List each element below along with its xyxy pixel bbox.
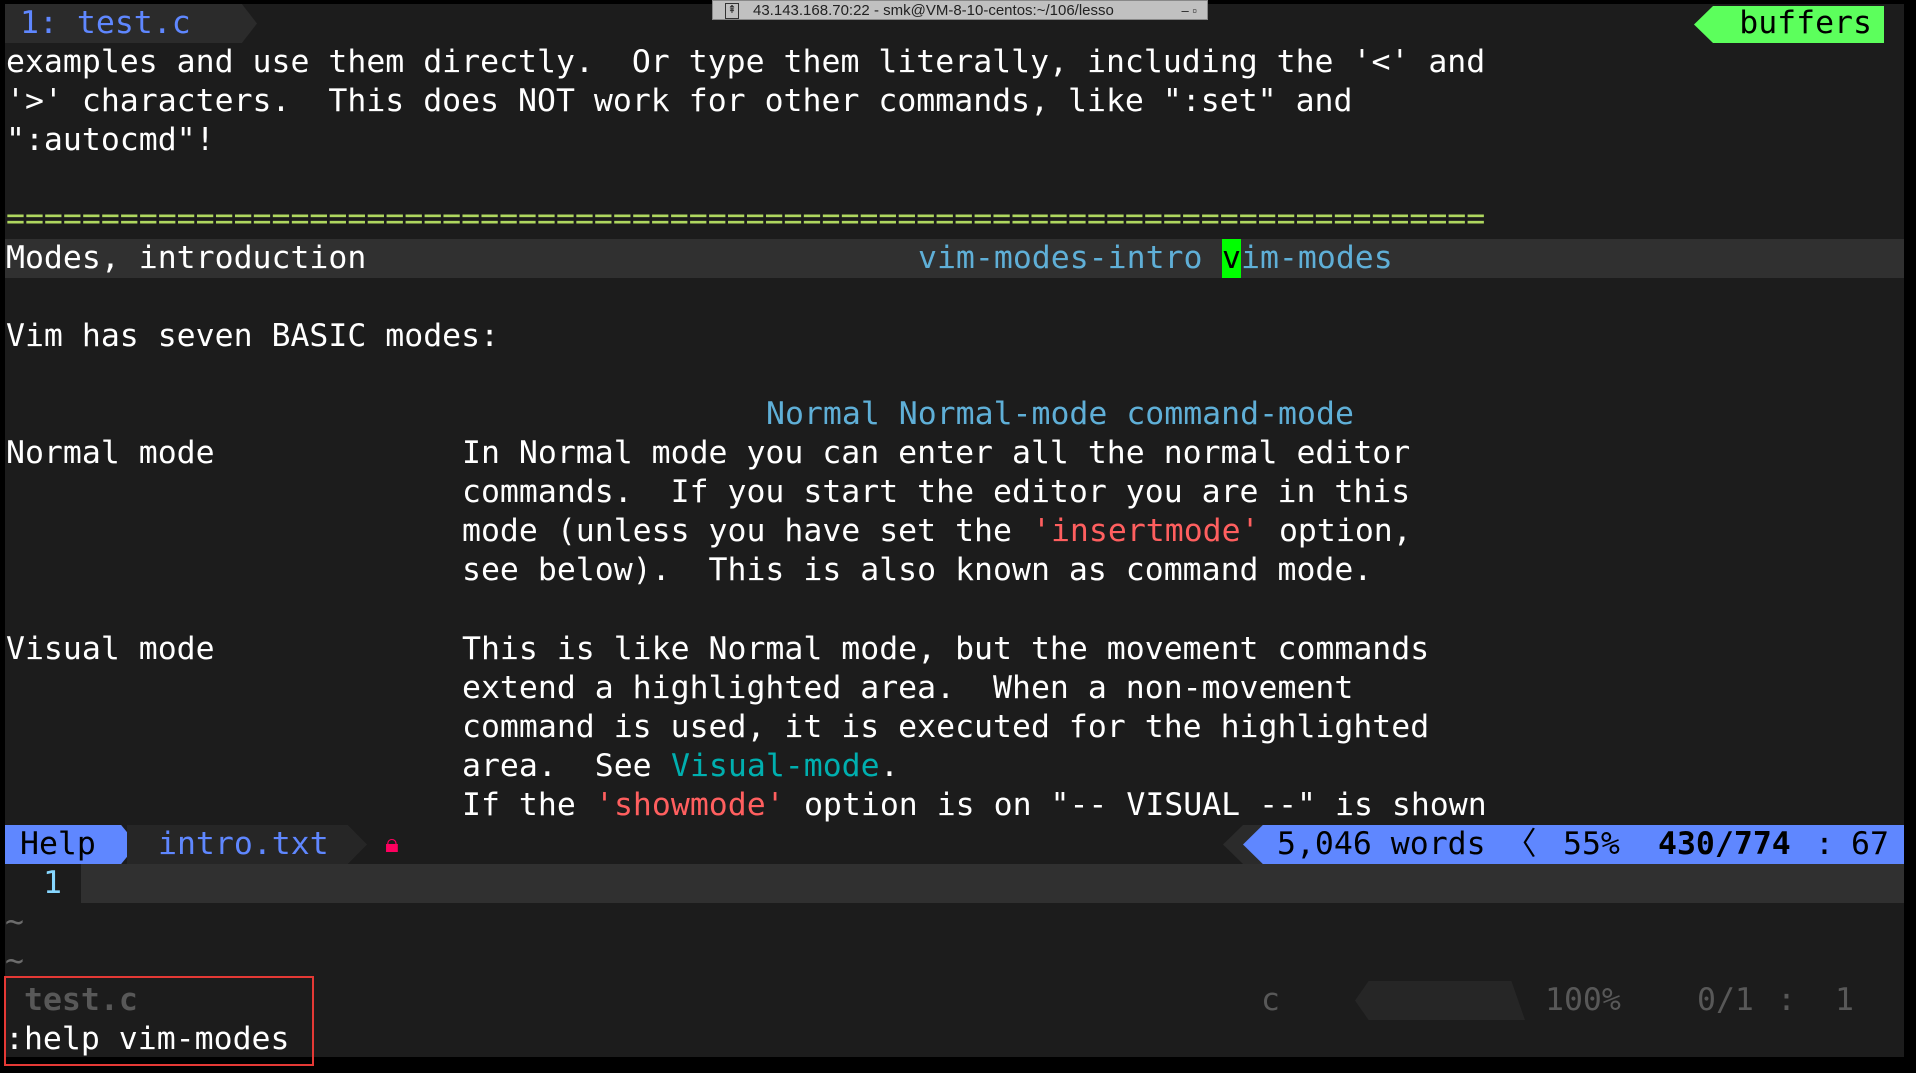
window-title: 43.143.168.70:22 - smk@VM-8-10-centos:~/…: [753, 2, 1114, 19]
tab-label[interactable]: 1: test.c: [20, 4, 191, 43]
text: command is used, it is executed for the …: [462, 708, 1430, 745]
text-line: area. See Visual-mode.: [5, 747, 1904, 786]
colon: :: [1777, 982, 1796, 1018]
lock-icon: 🔒︎: [385, 829, 399, 859]
line-number: 1: [43, 865, 62, 901]
tilde-line: ~: [5, 942, 1904, 981]
tilde: ~: [5, 943, 24, 979]
option-name[interactable]: 'showmode': [595, 786, 785, 825]
tilde-line: ~: [5, 903, 1904, 942]
option-name[interactable]: 'insertmode': [1032, 512, 1260, 551]
cursor: v: [1222, 238, 1241, 278]
text: commands. If you start the editor you ar…: [462, 474, 1411, 511]
text: extend a highlighted area. When a non-mo…: [462, 669, 1354, 706]
text-line: [5, 356, 1904, 395]
help-link[interactable]: Visual-mode: [671, 747, 880, 786]
text-line: Normal Normal-mode command-mode: [5, 395, 1904, 434]
text: see below). This is also known as comman…: [462, 552, 1373, 589]
ssh-window-titlebar[interactable]: ⇞ 43.143.168.70:22 - smk@VM-8-10-centos:…: [712, 0, 1208, 20]
inactive-percent: 100%: [1545, 982, 1621, 1018]
text-line: Vim has seven BASIC modes:: [5, 317, 1904, 356]
window-controls[interactable]: – ▫: [1182, 1, 1197, 21]
text-line: commands. If you start the editor you ar…: [5, 473, 1904, 512]
text: option,: [1260, 513, 1412, 550]
inactive-column: 1: [1835, 982, 1854, 1018]
text: Visual mode: [6, 630, 215, 667]
percent: 55%: [1563, 826, 1620, 862]
text-line: extend a highlighted area. When a non-mo…: [5, 669, 1904, 708]
tilde: ~: [5, 904, 24, 940]
help-tag[interactable]: Normal Normal-mode command-mode: [766, 395, 1354, 434]
text-line: [5, 591, 1904, 630]
text: Vim has seven BASIC modes:: [6, 317, 500, 354]
text: ========================================…: [6, 200, 1486, 237]
text: Modes, introduction: [6, 239, 367, 276]
help-statusline: Help intro.txt 🔒︎ 5,046 words 〈 55% 430/…: [5, 825, 1904, 864]
colon: :: [1815, 826, 1834, 862]
text: .: [880, 747, 899, 784]
text-line: [5, 278, 1904, 317]
filename-label: intro.txt: [158, 826, 329, 862]
text-line: Visual mode This is like Normal mode, but…: [5, 630, 1904, 669]
text-line: examples and use them directly. Or type …: [5, 43, 1904, 82]
vim-terminal[interactable]: 1: test.c buffers examples and use them …: [5, 4, 1904, 1057]
text: In Normal mode you can enter all the nor…: [462, 435, 1411, 472]
column: 67: [1851, 826, 1889, 862]
text-line: Normal mode In Normal mode you can enter …: [5, 434, 1904, 473]
command-text[interactable]: :help vim-modes: [5, 1020, 289, 1057]
text: Normal mode: [6, 435, 215, 472]
text: This is like Normal mode, but the moveme…: [462, 630, 1430, 667]
text: examples and use them directly. Or type …: [6, 44, 1486, 81]
text-line: ========================================…: [5, 200, 1904, 239]
buffers-label: buffers: [1739, 5, 1872, 41]
text: '>' characters. This does NOT work for o…: [6, 83, 1353, 120]
cmdwin-line[interactable]: 1: [5, 864, 1904, 903]
text-line: ":autocmd"!: [5, 121, 1904, 160]
help-tag[interactable]: vim-modes-intro: [918, 239, 1202, 278]
text-line: see below). This is also known as comman…: [5, 551, 1904, 590]
text: option is on "-- VISUAL --" is shown: [785, 787, 1487, 823]
pin-icon[interactable]: ⇞: [725, 3, 739, 19]
text-line: command is used, it is executed for the …: [5, 708, 1904, 747]
mode-label: Help: [20, 826, 96, 862]
inactive-filename: test.c: [24, 982, 138, 1018]
filetype: c: [1261, 982, 1280, 1018]
separator-chevron: 〈: [1505, 826, 1537, 862]
inactive-position: 0/1: [1697, 982, 1754, 1018]
text-line: [5, 160, 1904, 199]
command-line[interactable]: :help vim-modes: [5, 1020, 1904, 1057]
line-position: 430/774: [1658, 826, 1791, 862]
text: area. See: [462, 747, 671, 784]
text-line: If the 'showmode' option is on "-- VISUA…: [5, 786, 1904, 825]
text: If the: [462, 787, 595, 823]
text-line: '>' characters. This does NOT work for o…: [5, 82, 1904, 121]
text: ":autocmd"!: [6, 122, 215, 159]
word-count: 5,046 words: [1277, 826, 1486, 862]
help-tag[interactable]: im-modes: [1241, 239, 1393, 278]
inactive-statusline: test.c c 100% 0/1 : 1: [5, 981, 1904, 1020]
section-heading: Modes, introduction vim-modes-intro v im-mo…: [5, 238, 1904, 278]
text-line: mode (unless you have set the 'insertmod…: [5, 512, 1904, 551]
text: mode (unless you have set the: [462, 513, 1031, 550]
